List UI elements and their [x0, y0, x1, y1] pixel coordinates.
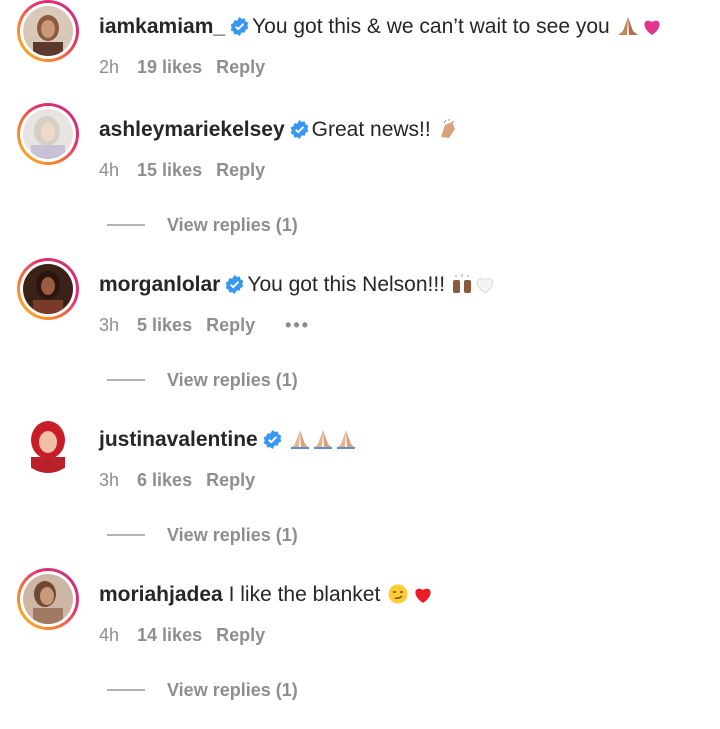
username[interactable]: iamkamiam_ — [99, 15, 225, 38]
likes-count[interactable]: 14 likes — [137, 625, 202, 645]
comment-meta: 4h 14 likes Reply — [99, 624, 279, 646]
avatar[interactable] — [17, 413, 79, 475]
timestamp: 3h — [99, 470, 120, 490]
likes-count[interactable]: 19 likes — [137, 57, 202, 77]
verified-badge-icon — [225, 275, 244, 294]
divider — [107, 224, 145, 226]
more-options-icon[interactable]: ••• — [285, 315, 310, 335]
avatar[interactable] — [17, 0, 79, 62]
comment-text: You got this Nelson!!! — [247, 273, 446, 296]
folded-hands-icon — [335, 429, 357, 456]
divider — [107, 689, 145, 691]
pink-heart-icon — [642, 17, 662, 43]
red-heart-icon — [413, 585, 433, 611]
avatar[interactable] — [17, 103, 79, 165]
username[interactable]: morganlolar — [99, 273, 220, 296]
view-replies-link[interactable]: View replies (1) — [107, 679, 298, 701]
comment-meta: 3h 6 likes Reply — [99, 469, 269, 491]
comment-line: moriahjadea I like the blanket — [99, 582, 433, 611]
white-heart-icon — [475, 275, 495, 301]
reply-button[interactable]: Reply — [206, 315, 255, 335]
divider — [107, 534, 145, 536]
comment-text: I like the blanket — [228, 583, 381, 606]
comment-line: justinavalentine — [99, 427, 357, 456]
timestamp: 4h — [99, 625, 120, 645]
verified-badge-icon — [230, 17, 249, 36]
divider — [107, 379, 145, 381]
comment-text: Great news!! — [311, 118, 431, 141]
verified-badge-icon — [290, 120, 309, 139]
avatar[interactable] — [17, 568, 79, 630]
username[interactable]: moriahjadea — [99, 583, 223, 606]
reply-button[interactable]: Reply — [216, 625, 265, 645]
folded-hands-icon — [312, 429, 334, 456]
view-replies-link[interactable]: View replies (1) — [107, 214, 298, 236]
comment-meta: 2h 19 likes Reply — [99, 56, 279, 78]
folded-hands-icon — [289, 429, 311, 456]
raising-hands-icon — [451, 274, 473, 301]
smirking-face-icon — [388, 584, 408, 611]
folded-hands-icon — [616, 16, 640, 43]
username[interactable]: ashleymariekelsey — [99, 118, 285, 141]
reply-button[interactable]: Reply — [206, 470, 255, 490]
timestamp: 2h — [99, 57, 120, 77]
timestamp: 4h — [99, 160, 120, 180]
reply-button[interactable]: Reply — [216, 57, 265, 77]
view-replies-label[interactable]: View replies (1) — [167, 525, 298, 545]
comment-text: You got this & we can’t wait to see you — [252, 15, 610, 38]
comment-meta: 3h 5 likes Reply ••• — [99, 314, 324, 336]
comment-line: iamkamiam_ You got this & we can’t wait t… — [99, 14, 662, 43]
view-replies-label[interactable]: View replies (1) — [167, 215, 298, 235]
clapping-hands-icon — [437, 119, 459, 146]
avatar[interactable] — [17, 258, 79, 320]
view-replies-link[interactable]: View replies (1) — [107, 524, 298, 546]
timestamp: 3h — [99, 315, 120, 335]
comment-meta: 4h 15 likes Reply — [99, 159, 279, 181]
comment-line: morganlolar You got this Nelson!!! — [99, 272, 495, 301]
comment-line: ashleymariekelsey Great news!! — [99, 117, 459, 146]
view-replies-label[interactable]: View replies (1) — [167, 370, 298, 390]
likes-count[interactable]: 15 likes — [137, 160, 202, 180]
username[interactable]: justinavalentine — [99, 428, 258, 451]
likes-count[interactable]: 6 likes — [137, 470, 192, 490]
likes-count[interactable]: 5 likes — [137, 315, 192, 335]
verified-badge-icon — [263, 430, 282, 449]
reply-button[interactable]: Reply — [216, 160, 265, 180]
view-replies-label[interactable]: View replies (1) — [167, 680, 298, 700]
view-replies-link[interactable]: View replies (1) — [107, 369, 298, 391]
